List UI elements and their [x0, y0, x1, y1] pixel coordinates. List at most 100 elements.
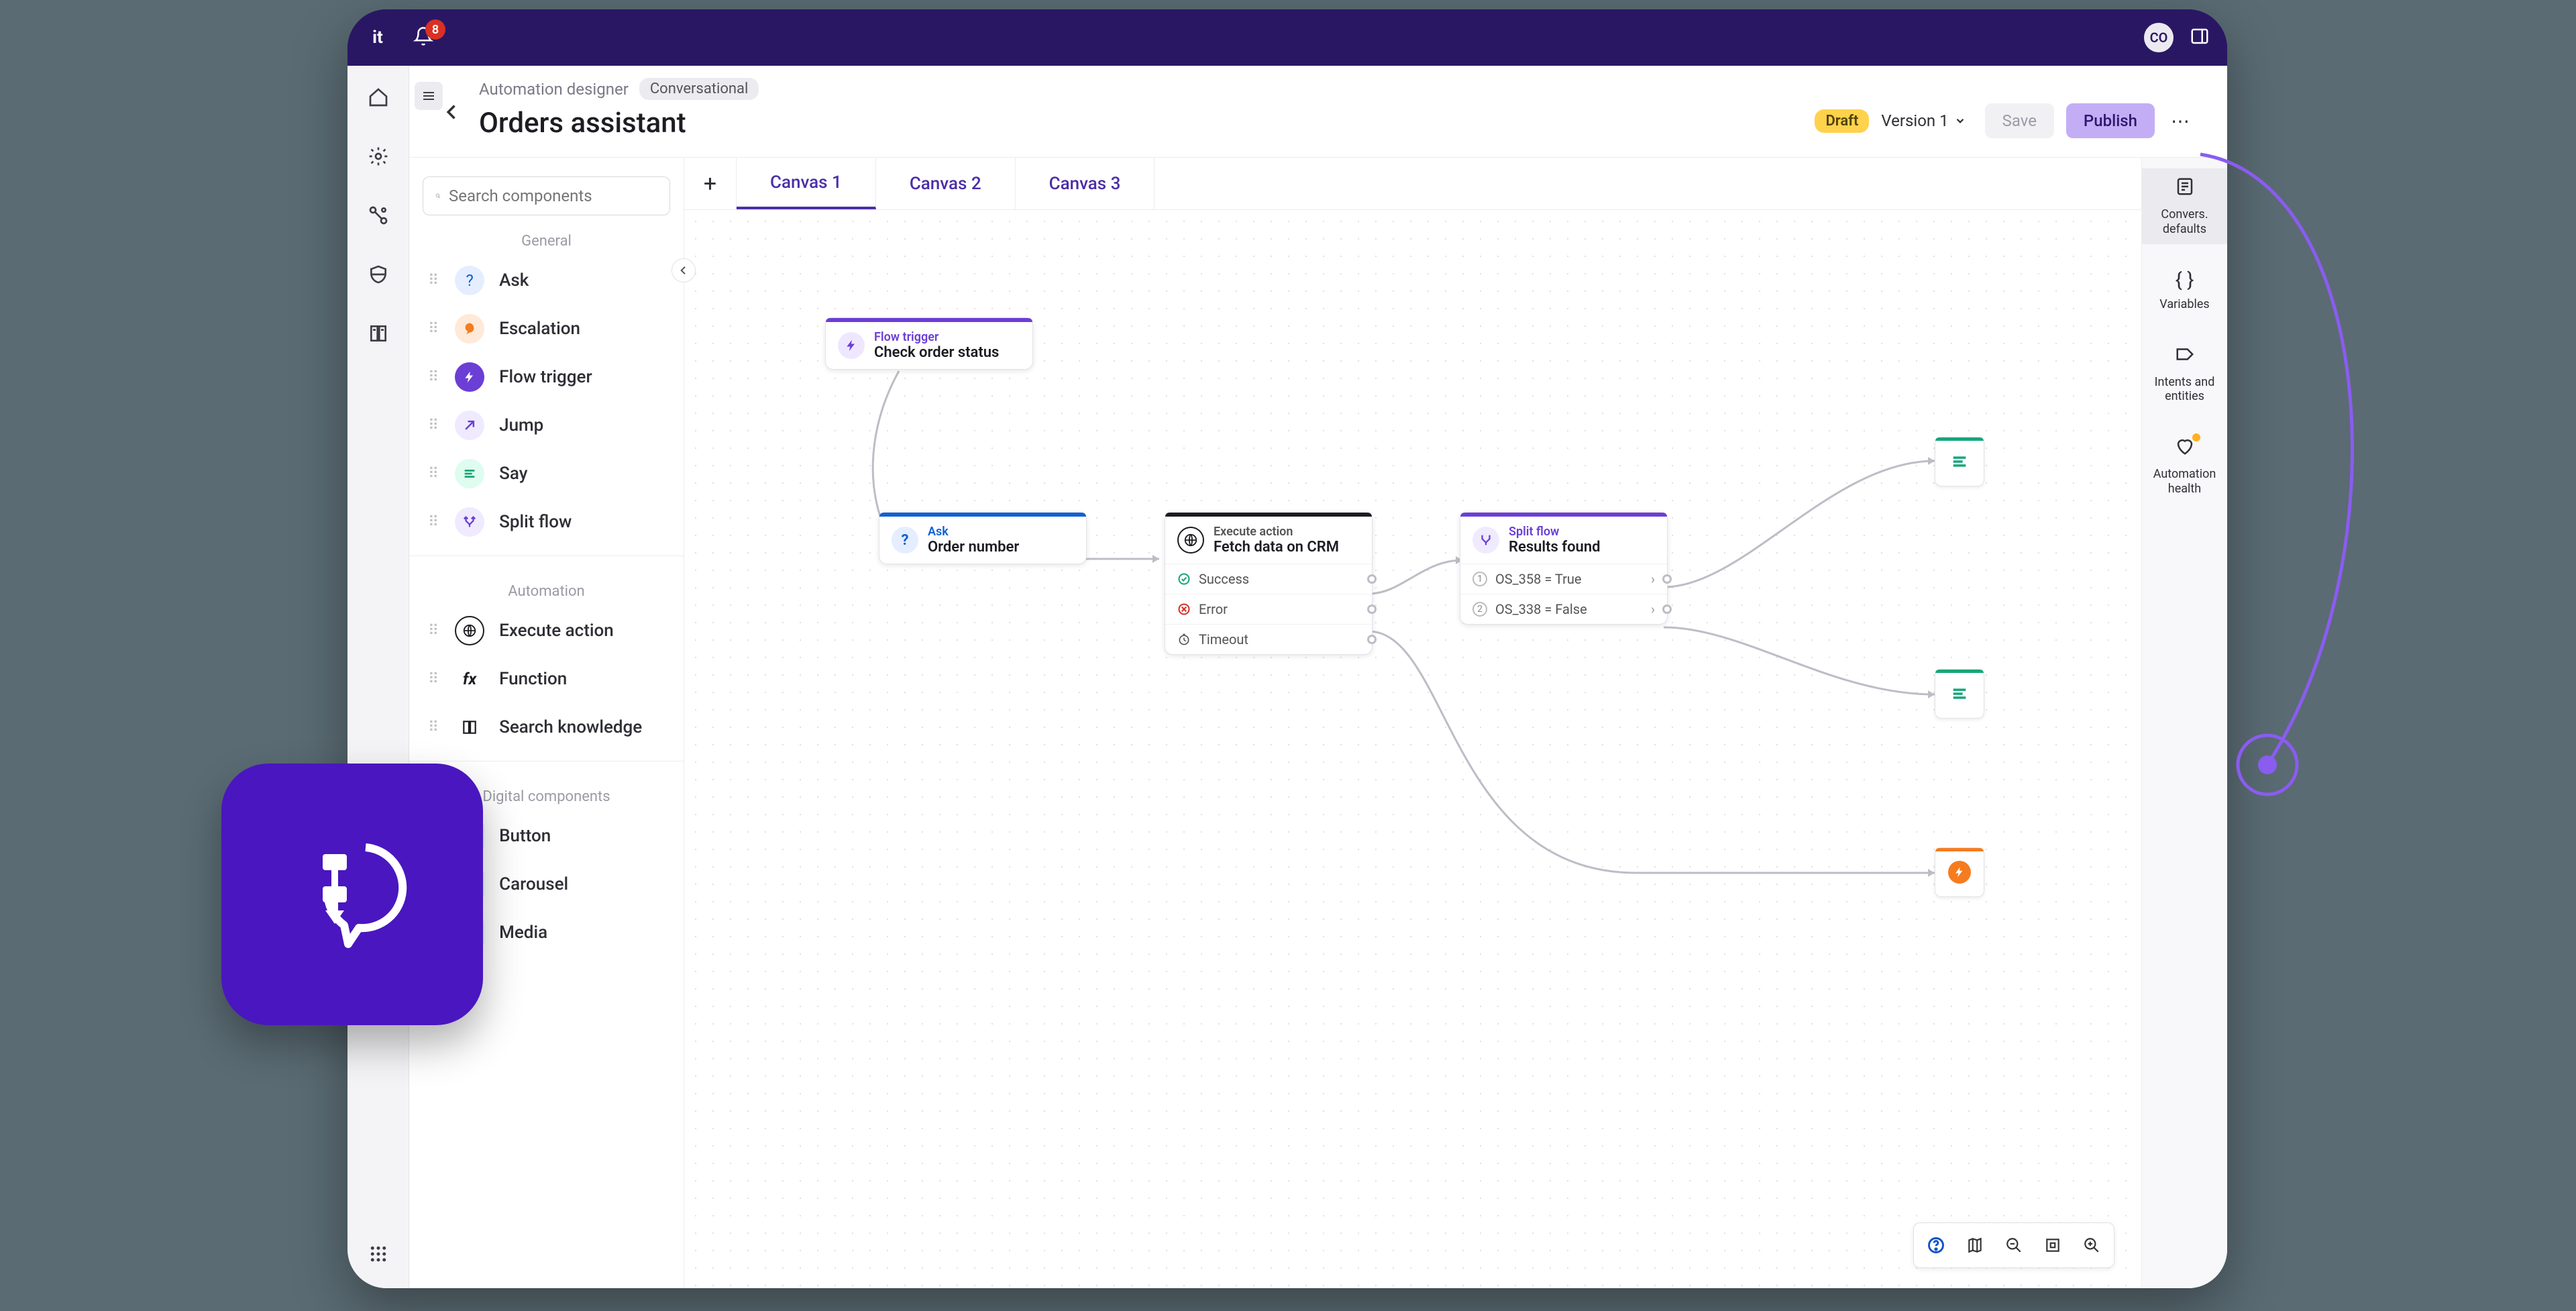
number-2-icon: 2 [1472, 602, 1487, 617]
tag-icon [2175, 344, 2195, 370]
notification-count: 8 [425, 19, 445, 40]
search-field[interactable] [449, 187, 657, 205]
node-flow-trigger[interactable]: Flow trigger Check order status [825, 317, 1033, 370]
rail-flows[interactable] [364, 201, 392, 229]
minimap-button[interactable] [1957, 1227, 1993, 1263]
bolt-icon [455, 362, 484, 392]
branch-true[interactable]: 1 OS_358 = True › [1460, 564, 1667, 594]
tab-canvas-1[interactable]: Canvas 1 [737, 158, 876, 209]
globe-icon [455, 616, 484, 645]
breadcrumb-chip[interactable]: Conversational [639, 78, 759, 100]
avatar[interactable]: CO [2144, 23, 2174, 52]
drag-handle-icon: ⠿ [428, 514, 440, 531]
question-icon: ? [455, 266, 484, 295]
draft-badge: Draft [1815, 109, 1869, 133]
branch-false[interactable]: 2 OS_338 = False › [1460, 594, 1667, 624]
back-button[interactable] [443, 101, 462, 127]
split-icon [1472, 527, 1499, 554]
decorative-orbit [2200, 141, 2435, 812]
rail-shield[interactable] [364, 260, 392, 289]
rail-knowledge[interactable] [364, 319, 392, 348]
text-icon [1950, 684, 1969, 703]
text-icon [455, 459, 484, 488]
drag-handle-icon: ⠿ [428, 417, 440, 434]
component-palette: General ⠿ ? Ask ⠿ Escalation ⠿ [409, 158, 684, 1288]
bolt-icon [838, 332, 865, 359]
rail-collapse-button[interactable] [415, 82, 443, 110]
book-icon [455, 713, 484, 742]
chevron-right-icon: › [1651, 571, 1655, 587]
outcome-error[interactable]: Error [1165, 594, 1372, 624]
palette-section-automation: Automation [423, 583, 670, 600]
node-say-stub-1[interactable] [1935, 437, 1984, 486]
add-canvas-button[interactable]: + [684, 158, 737, 209]
escalation-icon [455, 314, 484, 344]
drag-handle-icon: ⠿ [428, 719, 440, 736]
palette-item-split-flow[interactable]: ⠿ Split flow [423, 498, 670, 546]
split-icon [455, 507, 484, 537]
chevron-down-icon [1954, 115, 1966, 127]
zoom-in-button[interactable] [2074, 1227, 2110, 1263]
rail-home[interactable] [364, 83, 392, 111]
save-button[interactable]: Save [1985, 103, 2054, 138]
bolt-icon [1948, 861, 1971, 884]
outcome-timeout[interactable]: Timeout [1165, 624, 1372, 654]
flow-canvas[interactable]: Flow trigger Check order status ? [684, 210, 2141, 1288]
palette-item-search-knowledge[interactable]: ⠿ Search knowledge [423, 703, 670, 751]
tab-canvas-3[interactable]: Canvas 3 [1016, 158, 1155, 209]
rail-settings[interactable] [364, 142, 392, 170]
more-menu[interactable]: ⋯ [2167, 110, 2194, 132]
drag-handle-icon: ⠿ [428, 671, 440, 688]
palette-item-function[interactable]: ⠿ fx Function [423, 655, 670, 703]
rail-convers-defaults[interactable]: Convers. defaults [2142, 168, 2227, 244]
breadcrumb-parent[interactable]: Automation designer [479, 80, 629, 99]
drag-handle-icon: ⠿ [428, 466, 440, 482]
publish-button[interactable]: Publish [2066, 103, 2155, 138]
node-trigger-stub[interactable] [1935, 847, 1984, 897]
globe-icon [1177, 527, 1204, 554]
node-split-flow[interactable]: Split flow Results found 1 OS_358 = True… [1460, 512, 1668, 625]
flow-head-icon [285, 827, 419, 961]
title-bar: it 8 CO [347, 9, 2227, 66]
question-icon: ? [892, 527, 918, 554]
palette-item-jump[interactable]: ⠿ Jump [423, 401, 670, 450]
heart-icon [2175, 436, 2195, 462]
drag-handle-icon: ⠿ [428, 623, 440, 639]
tab-canvas-2[interactable]: Canvas 2 [876, 158, 1016, 209]
rail-health[interactable]: Automation health [2142, 428, 2227, 504]
palette-item-execute-action[interactable]: ⠿ Execute action [423, 607, 670, 655]
rail-apps[interactable] [364, 1240, 392, 1268]
drag-handle-icon: ⠿ [428, 369, 440, 386]
node-ask[interactable]: ? Ask Order number [879, 512, 1087, 564]
search-input[interactable] [423, 176, 670, 215]
form-icon [2175, 176, 2195, 202]
palette-item-say[interactable]: ⠿ Say [423, 450, 670, 498]
drag-handle-icon: ⠿ [428, 272, 440, 289]
text-icon [1950, 452, 1969, 471]
clock-icon [1177, 633, 1191, 646]
drag-handle-icon: ⠿ [428, 321, 440, 337]
palette-item-escalation[interactable]: ⠿ Escalation [423, 305, 670, 353]
arrow-icon [455, 411, 484, 440]
canvas-tabs: + Canvas 1 Canvas 2 Canvas 3 [684, 158, 2141, 210]
help-button[interactable] [1918, 1227, 1954, 1263]
function-icon: fx [455, 664, 484, 694]
braces-icon: { } [2176, 268, 2194, 292]
fit-button[interactable] [2035, 1227, 2071, 1263]
error-icon [1177, 602, 1191, 616]
node-say-stub-2[interactable] [1935, 669, 1984, 719]
breadcrumb: Automation designer Conversational [479, 78, 759, 100]
node-execute-action[interactable]: Execute action Fetch data on CRM Success [1165, 512, 1373, 655]
canvas-toolbar [1913, 1222, 2114, 1268]
number-1-icon: 1 [1472, 572, 1487, 586]
rail-intents[interactable]: Intents and entities [2142, 336, 2227, 412]
panel-toggle-icon[interactable] [2190, 26, 2210, 49]
zoom-out-button[interactable] [1996, 1227, 2032, 1263]
palette-item-flow-trigger[interactable]: ⠿ Flow trigger [423, 353, 670, 401]
outcome-success[interactable]: Success [1165, 564, 1372, 594]
palette-item-ask[interactable]: ⠿ ? Ask [423, 256, 670, 305]
version-select[interactable]: Version 1 [1881, 111, 1966, 130]
notifications-button[interactable]: 8 [413, 26, 433, 49]
rail-variables[interactable]: { } Variables [2142, 260, 2227, 320]
app-logo[interactable]: it [365, 25, 390, 50]
